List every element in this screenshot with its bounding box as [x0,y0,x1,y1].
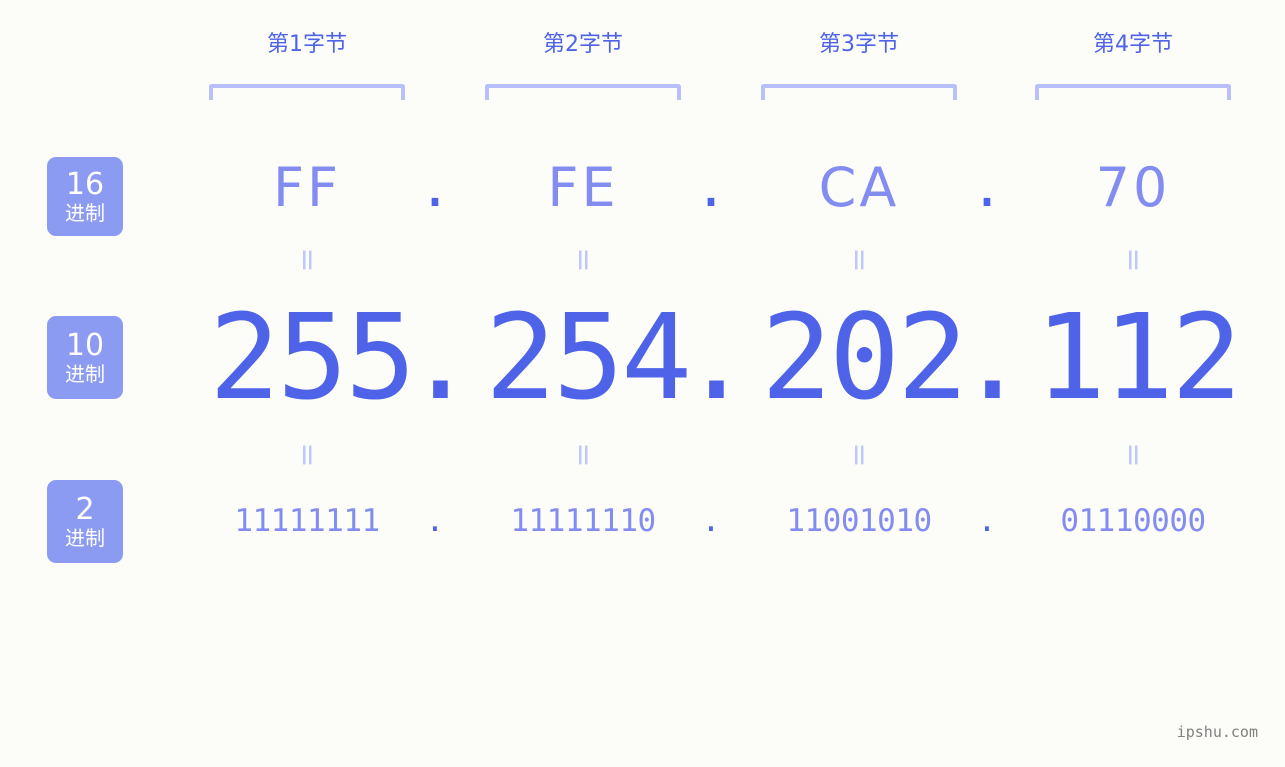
byte-bracket-2 [485,84,681,100]
base-badge-number-hex: 16 [65,166,105,202]
binary-byte-1: 11111111 [234,503,380,539]
base-badge-hexadecimal: 16 进制 [47,157,123,236]
base-badge-number-dec: 10 [65,327,105,363]
hexadecimal-value-row: FF . FE . CA . 70 [160,148,1280,238]
binary-value-row: 11111111 . 11111110 . 11001010 . 0111000… [160,492,1280,552]
base-badge-word-dec: 进制 [65,361,105,386]
decimal-separator-2: . [681,288,753,426]
base-badge-word-bin: 进制 [65,525,105,550]
byte-bracket-3 [761,84,957,100]
base-badge-number-bin: 2 [75,491,95,527]
decimal-value-row: 255 . 254 . 202 . 112 [160,292,1280,422]
binary-byte-2: 11111110 [510,503,656,539]
base-badge-decimal: 10 进制 [47,316,123,399]
hex-separator-3: . [970,156,1004,219]
binary-separator-3: . [977,503,997,539]
hex-separator-1: . [418,156,452,219]
byte-bracket-4 [1035,84,1231,100]
base-badge-word-hex: 进制 [65,200,105,225]
binary-separator-1: . [425,503,445,539]
binary-separator-2: . [701,503,721,539]
base-badge-binary: 2 进制 [47,480,123,563]
byte-header-4: 第4字节 [1093,32,1173,57]
decimal-separator-1: . [405,288,477,426]
byte-header-1: 第1字节 [267,32,347,57]
conversion-diagram: 第1字节 第2字节 第3字节 第4字节 16 进制 FF . FE . CA .… [0,0,1285,767]
equals-row-bottom: = = = = [160,435,1280,475]
hex-separator-2: . [694,156,728,219]
byte-bracket-1 [209,84,405,100]
byte-header-2: 第2字节 [543,32,623,57]
equals-row-top: = = = = [160,240,1280,280]
binary-byte-4: 01110000 [1060,503,1206,539]
binary-byte-3: 11001010 [786,503,932,539]
byte-header-3: 第3字节 [819,32,899,57]
decimal-separator-3: . [957,288,1029,426]
site-watermark: ipshu.com [1176,723,1258,741]
